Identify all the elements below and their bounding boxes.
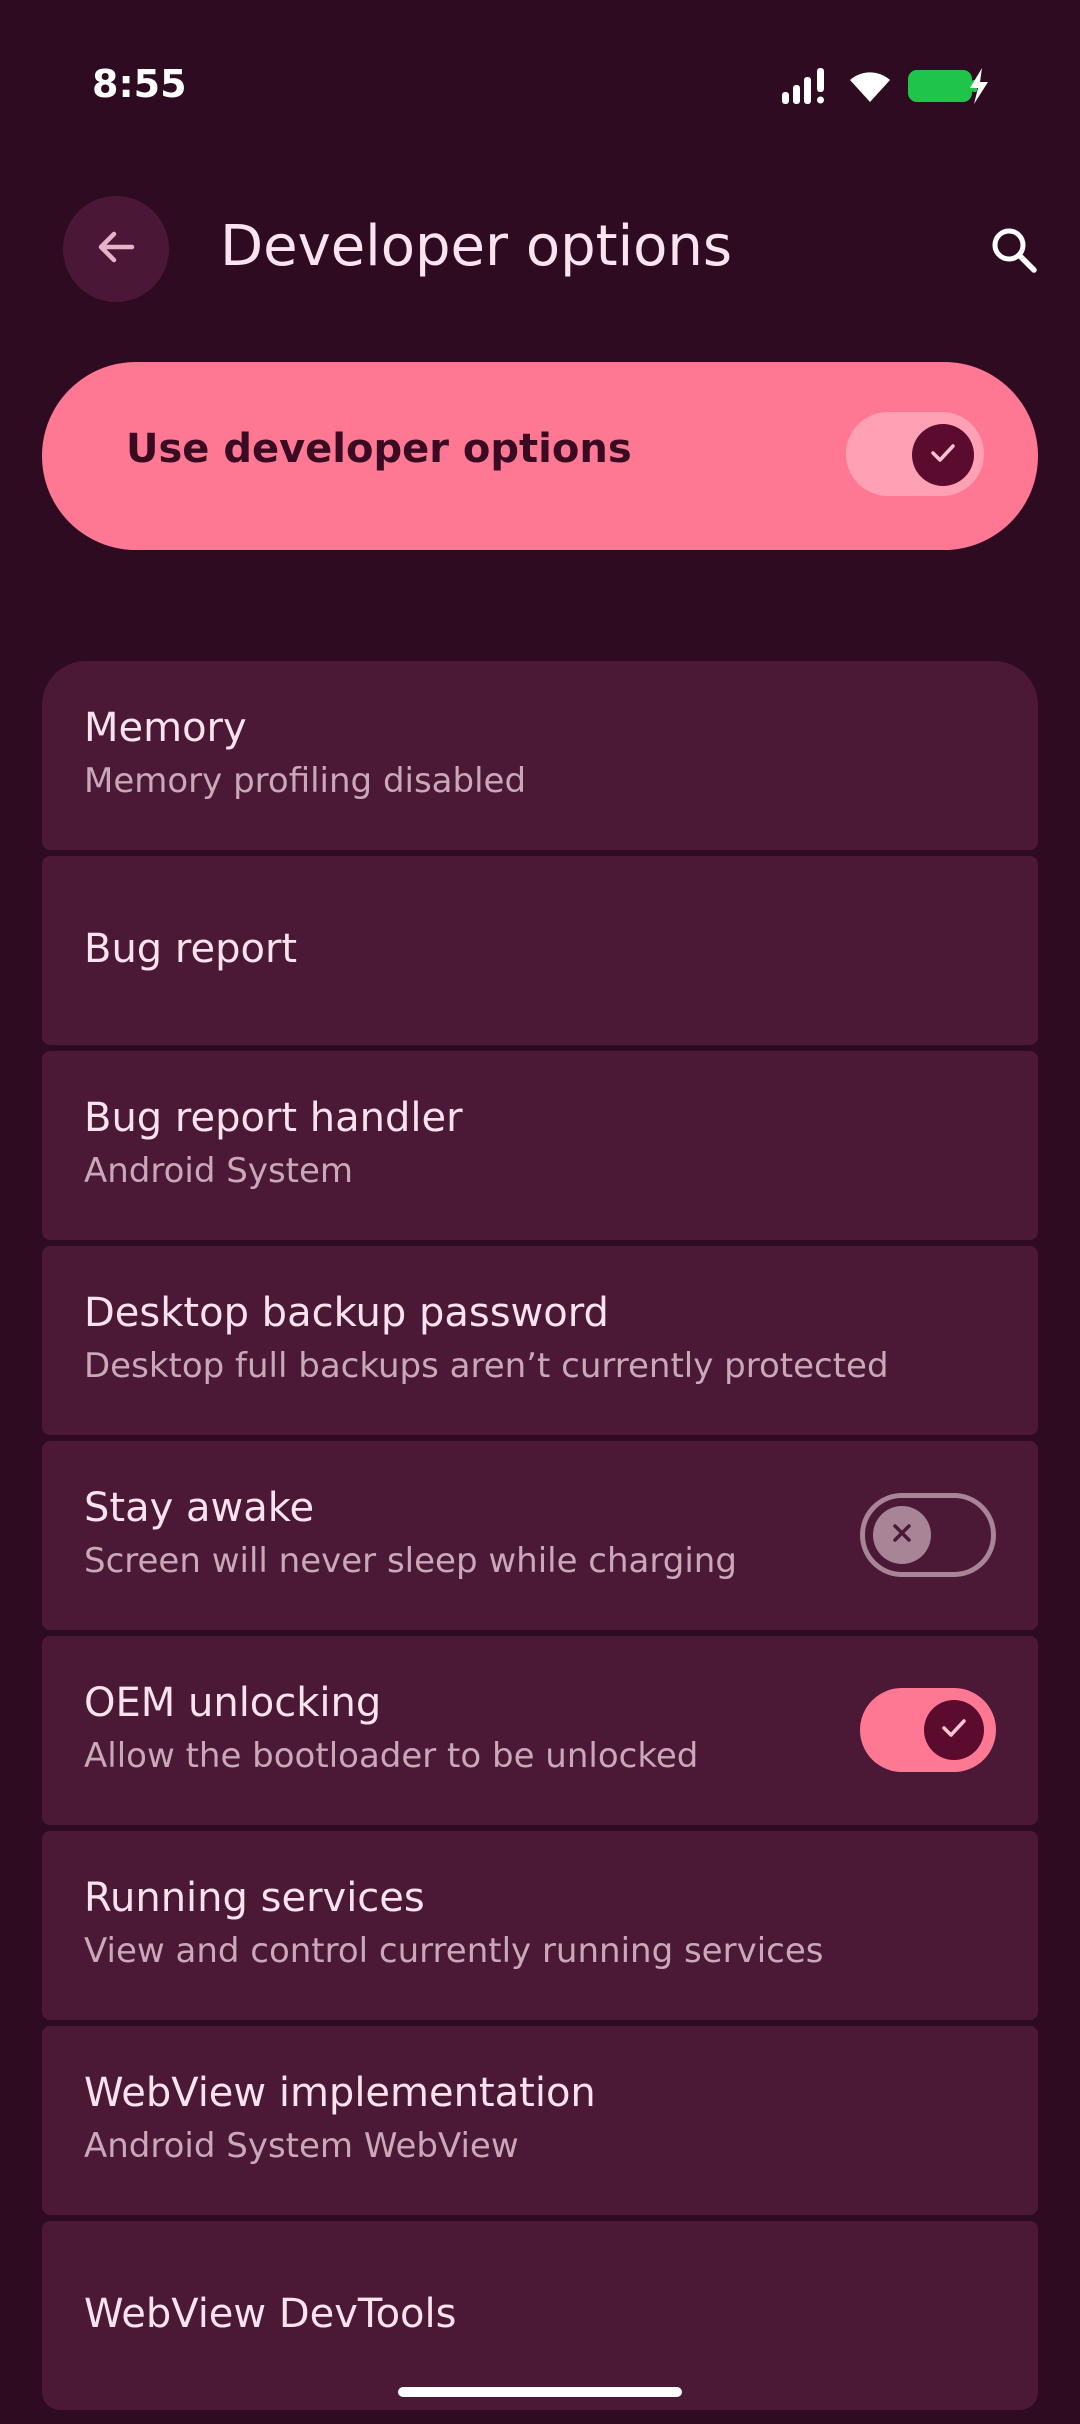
stay-awake-switch[interactable] (860, 1493, 996, 1577)
setting-subtitle: Android System WebView (84, 2126, 519, 2166)
top-app-bar: Developer options (0, 190, 1080, 310)
setting-title: Desktop backup password (84, 1290, 609, 1336)
setting-subtitle: Android System (84, 1151, 354, 1191)
switch-thumb (912, 424, 974, 486)
setting-subtitle: View and control currently running servi… (84, 1931, 824, 1971)
status-time: 8:55 (92, 62, 187, 106)
setting-oem-unlocking[interactable]: OEM unlocking Allow the bootloader to be… (42, 1636, 1038, 1825)
gesture-navigation-handle[interactable] (398, 2387, 682, 2397)
setting-title: Stay awake (84, 1485, 315, 1531)
use-developer-options-toggle-row[interactable]: Use developer options (42, 362, 1038, 550)
use-developer-options-label: Use developer options (126, 426, 632, 472)
setting-title: WebView implementation (84, 2070, 596, 2116)
setting-title: Running services (84, 1875, 425, 1921)
switch-thumb (924, 1700, 984, 1760)
settings-list: Memory Memory profiling disabled Bug rep… (42, 661, 1038, 2416)
setting-subtitle: Screen will never sleep while charging (84, 1541, 737, 1581)
setting-memory[interactable]: Memory Memory profiling disabled (42, 661, 1038, 850)
setting-bug-report[interactable]: Bug report (42, 856, 1038, 1045)
search-button[interactable] (976, 214, 1052, 290)
switch-thumb (873, 1506, 931, 1564)
status-icons (782, 66, 990, 110)
setting-title: Memory (84, 705, 247, 751)
page-title: Developer options (220, 214, 733, 279)
setting-title: WebView DevTools (84, 2291, 457, 2337)
use-developer-options-switch[interactable] (846, 412, 984, 496)
setting-running-services[interactable]: Running services View and control curren… (42, 1831, 1038, 2020)
setting-title: Bug report handler (84, 1095, 463, 1141)
setting-title: OEM unlocking (84, 1680, 382, 1726)
battery-charging-icon (908, 66, 990, 110)
setting-subtitle: Allow the bootloader to be unlocked (84, 1736, 699, 1776)
setting-subtitle: Desktop full backups aren’t currently pr… (84, 1346, 889, 1386)
wifi-icon (848, 68, 892, 108)
setting-bug-report-handler[interactable]: Bug report handler Android System (42, 1051, 1038, 1240)
setting-webview-implementation[interactable]: WebView implementation Android System We… (42, 2026, 1038, 2215)
oem-unlocking-switch[interactable] (860, 1688, 996, 1772)
back-arrow-icon (92, 223, 140, 275)
setting-subtitle: Memory profiling disabled (84, 761, 527, 801)
check-icon (937, 1711, 971, 1749)
setting-stay-awake[interactable]: Stay awake Screen will never sleep while… (42, 1441, 1038, 1630)
close-icon (887, 1518, 917, 1552)
back-button[interactable] (63, 196, 169, 302)
status-bar: 8:55 (0, 0, 1080, 170)
search-icon (989, 225, 1039, 279)
setting-title: Bug report (84, 926, 298, 972)
signal-icon (782, 68, 832, 108)
check-icon (926, 436, 960, 474)
setting-desktop-backup-password[interactable]: Desktop backup password Desktop full bac… (42, 1246, 1038, 1435)
setting-webview-devtools[interactable]: WebView DevTools (42, 2221, 1038, 2410)
